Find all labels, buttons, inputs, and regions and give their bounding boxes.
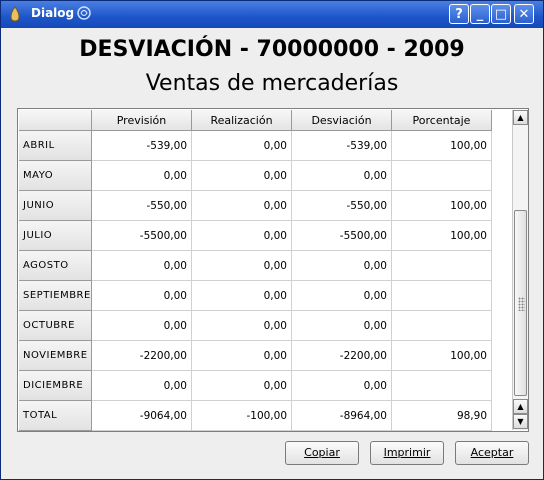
row-header[interactable]: AGOSTO xyxy=(19,251,92,281)
table-cell[interactable]: -550,00 xyxy=(92,191,192,221)
table-cell[interactable]: -9064,00 xyxy=(92,401,192,431)
help-button[interactable]: ? xyxy=(449,4,469,24)
row-header[interactable]: JULIO xyxy=(19,221,92,251)
table-cell[interactable]: 0,00 xyxy=(192,131,292,161)
scroll-up-button[interactable]: ▲ xyxy=(513,110,528,125)
table-cell[interactable]: 0,00 xyxy=(292,161,392,191)
report-title: DESVIACIÓN - 70000000 - 2009 xyxy=(79,37,465,62)
app-icon xyxy=(10,6,20,22)
table-cell[interactable]: 0,00 xyxy=(292,311,392,341)
grip-icon xyxy=(518,297,525,311)
title-bar[interactable]: Dialog ? _ □ ✕ xyxy=(1,1,543,28)
table-cell[interactable]: 0,00 xyxy=(192,311,292,341)
column-header-realizacion[interactable]: Realización xyxy=(192,110,292,131)
table-cell[interactable]: 98,90 xyxy=(392,401,492,431)
column-header-prevision[interactable]: Previsión xyxy=(92,110,192,131)
corner-header[interactable] xyxy=(19,110,92,131)
dialog-window: Dialog ? _ □ ✕ DESVIACIÓN - 70000000 - 2… xyxy=(0,0,544,480)
copy-button-label: Copiar xyxy=(304,446,340,459)
table-cell[interactable]: 0,00 xyxy=(292,251,392,281)
table-cell[interactable] xyxy=(392,281,492,311)
table-cell[interactable]: 100,00 xyxy=(392,191,492,221)
accept-button-label: Aceptar xyxy=(470,446,514,459)
row-header[interactable]: SEPTIEMBRE xyxy=(19,281,92,311)
report-subtitle: Ventas de mercaderías xyxy=(145,71,399,96)
scroll-thumb[interactable] xyxy=(514,210,527,396)
table-cell[interactable]: 100,00 xyxy=(392,341,492,371)
data-table[interactable]: Previsión Realización Desviación Porcent… xyxy=(17,108,529,432)
vertical-scrollbar[interactable]: ▲ ▲ ▼ xyxy=(512,110,528,430)
table-cell[interactable]: 100,00 xyxy=(392,221,492,251)
table-cell[interactable]: 0,00 xyxy=(192,161,292,191)
table-cell[interactable]: -550,00 xyxy=(292,191,392,221)
table-cell[interactable]: 0,00 xyxy=(192,191,292,221)
table-cell[interactable]: 0,00 xyxy=(92,281,192,311)
table-cell[interactable]: 0,00 xyxy=(192,371,292,401)
table-cell[interactable]: 0,00 xyxy=(192,221,292,251)
table-cell[interactable]: -5500,00 xyxy=(92,221,192,251)
table-cell[interactable]: 100,00 xyxy=(392,131,492,161)
column-header-desviacion[interactable]: Desviación xyxy=(292,110,392,131)
copy-button[interactable]: Copiar xyxy=(285,441,359,465)
table-cell[interactable] xyxy=(392,371,492,401)
maximize-button[interactable]: □ xyxy=(491,4,511,24)
row-header[interactable]: DICIEMBRE xyxy=(19,371,92,401)
table-cell[interactable]: 0,00 xyxy=(192,251,292,281)
table-cell[interactable] xyxy=(392,251,492,281)
row-header[interactable]: OCTUBRE xyxy=(19,311,92,341)
table-cell[interactable]: 0,00 xyxy=(292,371,392,401)
table-cell[interactable]: -539,00 xyxy=(292,131,392,161)
close-button[interactable]: ✕ xyxy=(514,4,534,24)
row-header[interactable]: JUNIO xyxy=(19,191,92,221)
scroll-down-button[interactable]: ▼ xyxy=(513,414,528,429)
table-cell[interactable]: 0,00 xyxy=(192,281,292,311)
table-cell[interactable]: -2200,00 xyxy=(292,341,392,371)
print-button[interactable]: Imprimir xyxy=(370,441,444,465)
table-cell[interactable]: -5500,00 xyxy=(292,221,392,251)
print-button-label: Imprimir xyxy=(383,446,431,459)
kde-gear-icon[interactable] xyxy=(76,5,92,21)
table-cell[interactable]: 0,00 xyxy=(292,281,392,311)
table-cell[interactable] xyxy=(392,161,492,191)
minimize-button[interactable]: _ xyxy=(470,4,490,24)
table-cell[interactable]: 0,00 xyxy=(92,371,192,401)
accept-button[interactable]: Aceptar xyxy=(455,441,529,465)
row-header[interactable]: MAYO xyxy=(19,161,92,191)
scroll-up-button-lower[interactable]: ▲ xyxy=(513,399,528,414)
row-header[interactable]: NOVIEMBRE xyxy=(19,341,92,371)
window-title: Dialog xyxy=(31,6,75,20)
row-header[interactable]: ABRIL xyxy=(19,131,92,161)
table-cell[interactable]: -100,00 xyxy=(192,401,292,431)
table-cell[interactable]: 0,00 xyxy=(92,161,192,191)
column-header-porcentaje[interactable]: Porcentaje xyxy=(392,110,492,131)
table-cell[interactable]: -2200,00 xyxy=(92,341,192,371)
table-cell[interactable]: 0,00 xyxy=(92,251,192,281)
table-cell[interactable]: -8964,00 xyxy=(292,401,392,431)
table-cell[interactable]: 0,00 xyxy=(192,341,292,371)
row-header[interactable]: TOTAL xyxy=(19,401,92,431)
table-cell[interactable]: -539,00 xyxy=(92,131,192,161)
table-cell[interactable] xyxy=(392,311,492,341)
table-cell[interactable]: 0,00 xyxy=(92,311,192,341)
